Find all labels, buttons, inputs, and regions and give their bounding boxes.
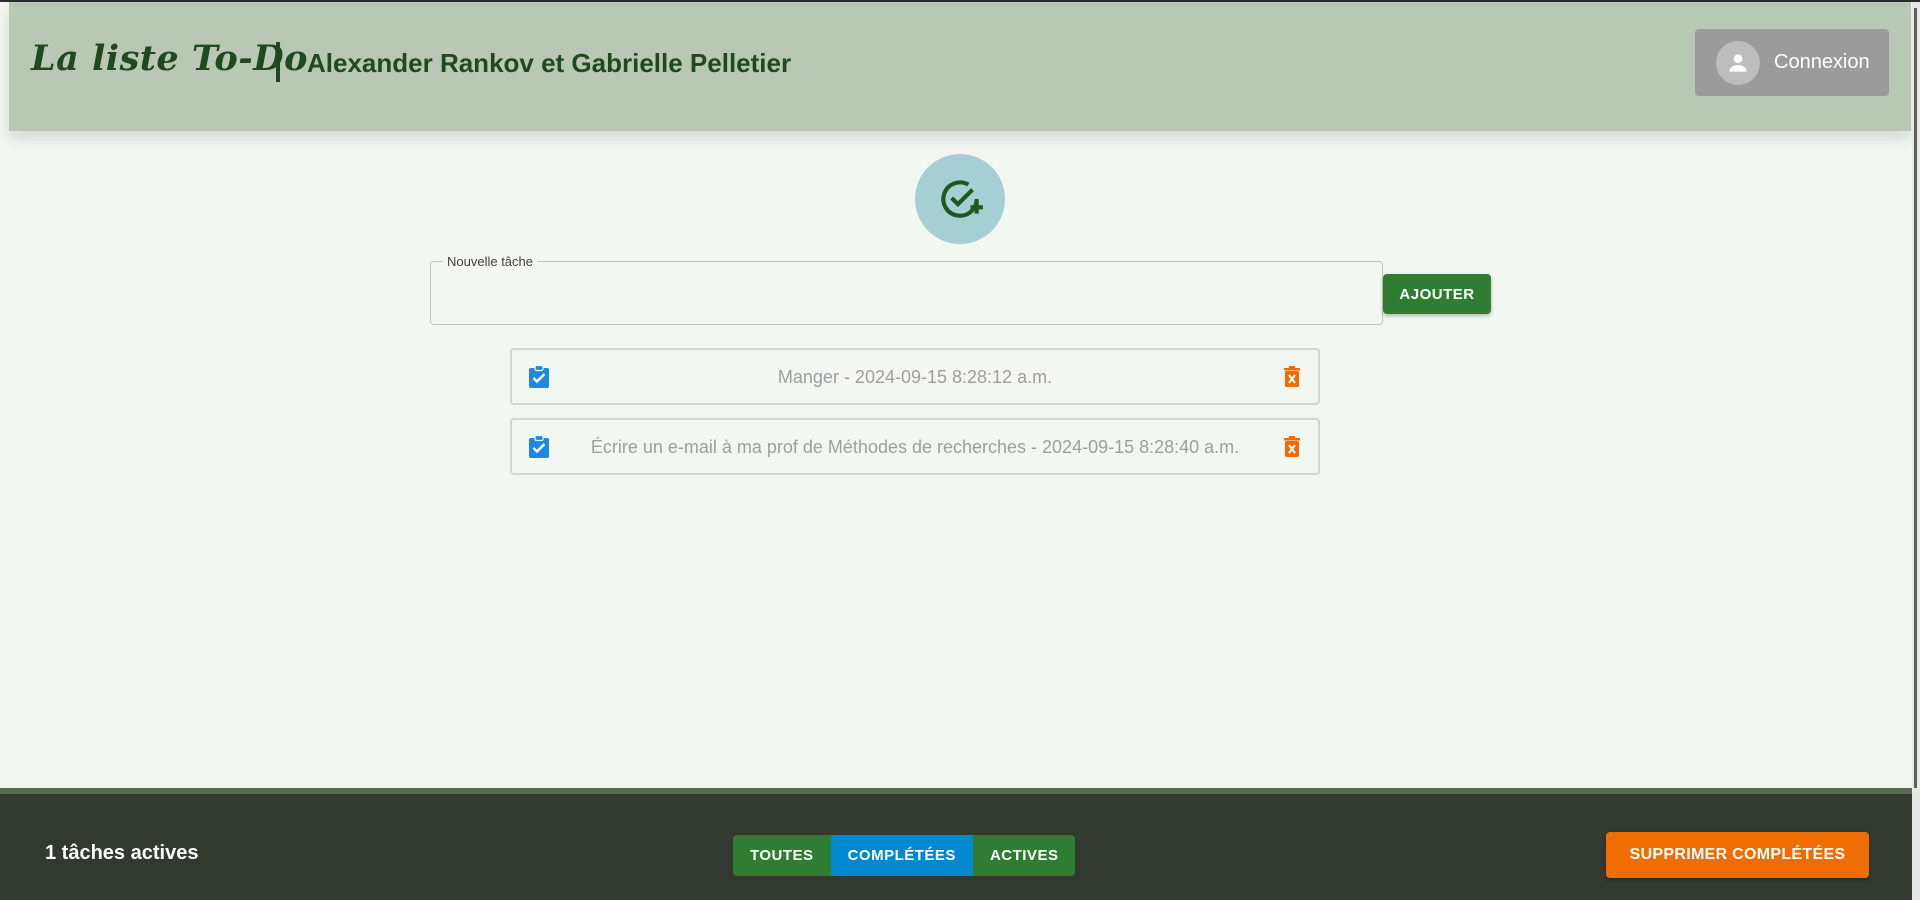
login-button[interactable]: Connexion <box>1695 29 1889 96</box>
scrollbar-thumb[interactable] <box>1914 8 1917 788</box>
task-item: Écrire un e-mail à ma prof de Méthodes d… <box>510 418 1320 475</box>
scrollbar[interactable] <box>1912 2 1920 900</box>
delete-forever-icon[interactable] <box>1280 364 1304 390</box>
task-item: Manger - 2024-09-15 8:28:12 a.m. <box>510 348 1320 405</box>
task-text: Manger - 2024-09-15 8:28:12 a.m. <box>777 367 1053 387</box>
filter-active-button[interactable]: ACTIVES <box>972 835 1076 876</box>
authors-title: Alexander Rankov et Gabrielle Pelletier <box>307 48 792 78</box>
app-header: La liste To-Do Alexander Rankov et Gabri… <box>9 2 1911 131</box>
new-task-input[interactable] <box>431 262 1382 324</box>
filter-completed-button[interactable]: COMPLÉTÉES <box>830 835 973 876</box>
new-task-label: Nouvelle tâche <box>443 254 537 269</box>
filter-group: TOUTES COMPLÉTÉES ACTIVES <box>733 835 1076 876</box>
filter-all-button[interactable]: TOUTES <box>733 835 831 876</box>
brand-title: La liste To-Do <box>31 38 308 79</box>
active-count: 1 tâches actives <box>45 842 199 864</box>
delete-forever-icon[interactable] <box>1280 434 1304 460</box>
todo-app: La liste To-Do Alexander Rankov et Gabri… <box>0 0 1920 900</box>
person-icon <box>1716 40 1760 85</box>
login-label: Connexion <box>1774 51 1870 73</box>
clear-completed-button[interactable]: SUPPRIMER COMPLÉTÉES <box>1606 832 1869 878</box>
new-task-field: Nouvelle tâche <box>430 254 1383 325</box>
task-text: Écrire un e-mail à ma prof de Méthodes d… <box>590 437 1240 457</box>
app-footer: 1 tâches actives TOUTES COMPLÉTÉES ACTIV… <box>0 788 1912 900</box>
add-task-button[interactable]: AJOUTER <box>1383 274 1491 314</box>
assignment-turned-in-icon[interactable] <box>526 364 552 390</box>
brand-divider <box>276 42 280 82</box>
assignment-turned-in-icon[interactable] <box>526 434 552 460</box>
add-task-icon <box>915 154 1005 244</box>
